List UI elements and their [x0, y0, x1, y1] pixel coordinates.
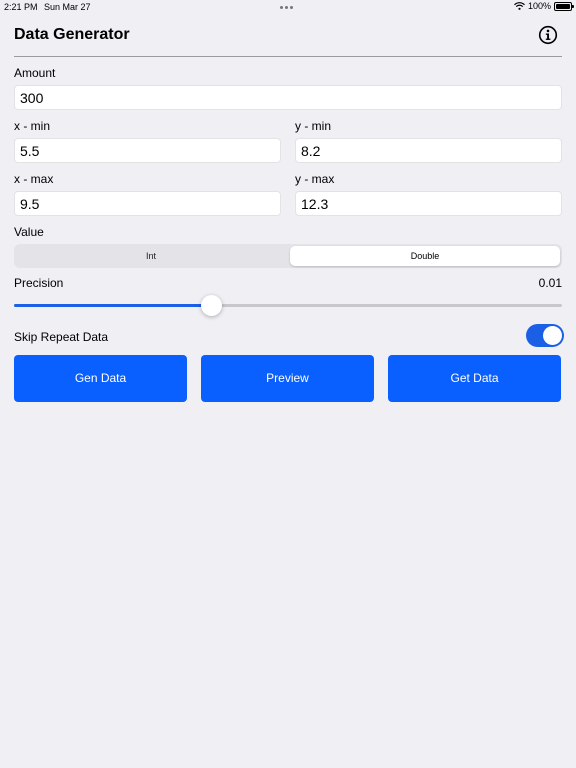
value-segmented-control: Int Double: [14, 244, 562, 268]
x-min-label: x - min: [14, 119, 50, 133]
wifi-icon: [514, 2, 525, 10]
x-max-label: x - max: [14, 172, 54, 186]
page-title: Data Generator: [14, 26, 130, 43]
slider-thumb[interactable]: [200, 295, 222, 316]
amount-field[interactable]: 300: [14, 85, 562, 110]
get-data-button[interactable]: Get Data: [388, 355, 561, 402]
nav-divider: [14, 56, 562, 57]
multitasking-dots-icon[interactable]: [280, 6, 293, 9]
app-screen: 2:21 PM Sun Mar 27 100% Data Generator A…: [0, 0, 576, 768]
preview-button[interactable]: Preview: [201, 355, 374, 402]
y-max-label: y - max: [295, 172, 335, 186]
battery-icon: [554, 1, 574, 11]
skip-repeat-label: Skip Repeat Data: [14, 330, 109, 344]
status-date: Sun Mar 27: [44, 2, 91, 12]
x-min-field[interactable]: 5.5: [14, 138, 281, 163]
battery-percent: 100%: [527, 1, 551, 11]
value-label: Value: [14, 225, 44, 239]
gen-data-button[interactable]: Gen Data: [14, 355, 187, 402]
skip-repeat-toggle[interactable]: [526, 324, 564, 347]
y-max-field[interactable]: 12.3: [295, 191, 562, 216]
segment-double[interactable]: Double: [290, 246, 560, 266]
status-indicators: 100%: [514, 1, 574, 11]
slider-fill: [14, 304, 212, 307]
status-bar: 2:21 PM Sun Mar 27 100%: [0, 0, 576, 14]
segment-int[interactable]: Int: [16, 246, 286, 266]
y-min-field[interactable]: 8.2: [295, 138, 562, 163]
info-icon[interactable]: [538, 25, 558, 45]
y-min-label: y - min: [295, 119, 331, 133]
precision-value: 0.01: [538, 276, 562, 290]
x-max-field[interactable]: 9.5: [14, 191, 281, 216]
precision-label: Precision: [14, 276, 64, 290]
precision-slider[interactable]: [14, 295, 562, 316]
toggle-knob: [543, 326, 562, 345]
amount-label: Amount: [14, 66, 56, 80]
status-time: 2:21 PM: [4, 2, 38, 12]
